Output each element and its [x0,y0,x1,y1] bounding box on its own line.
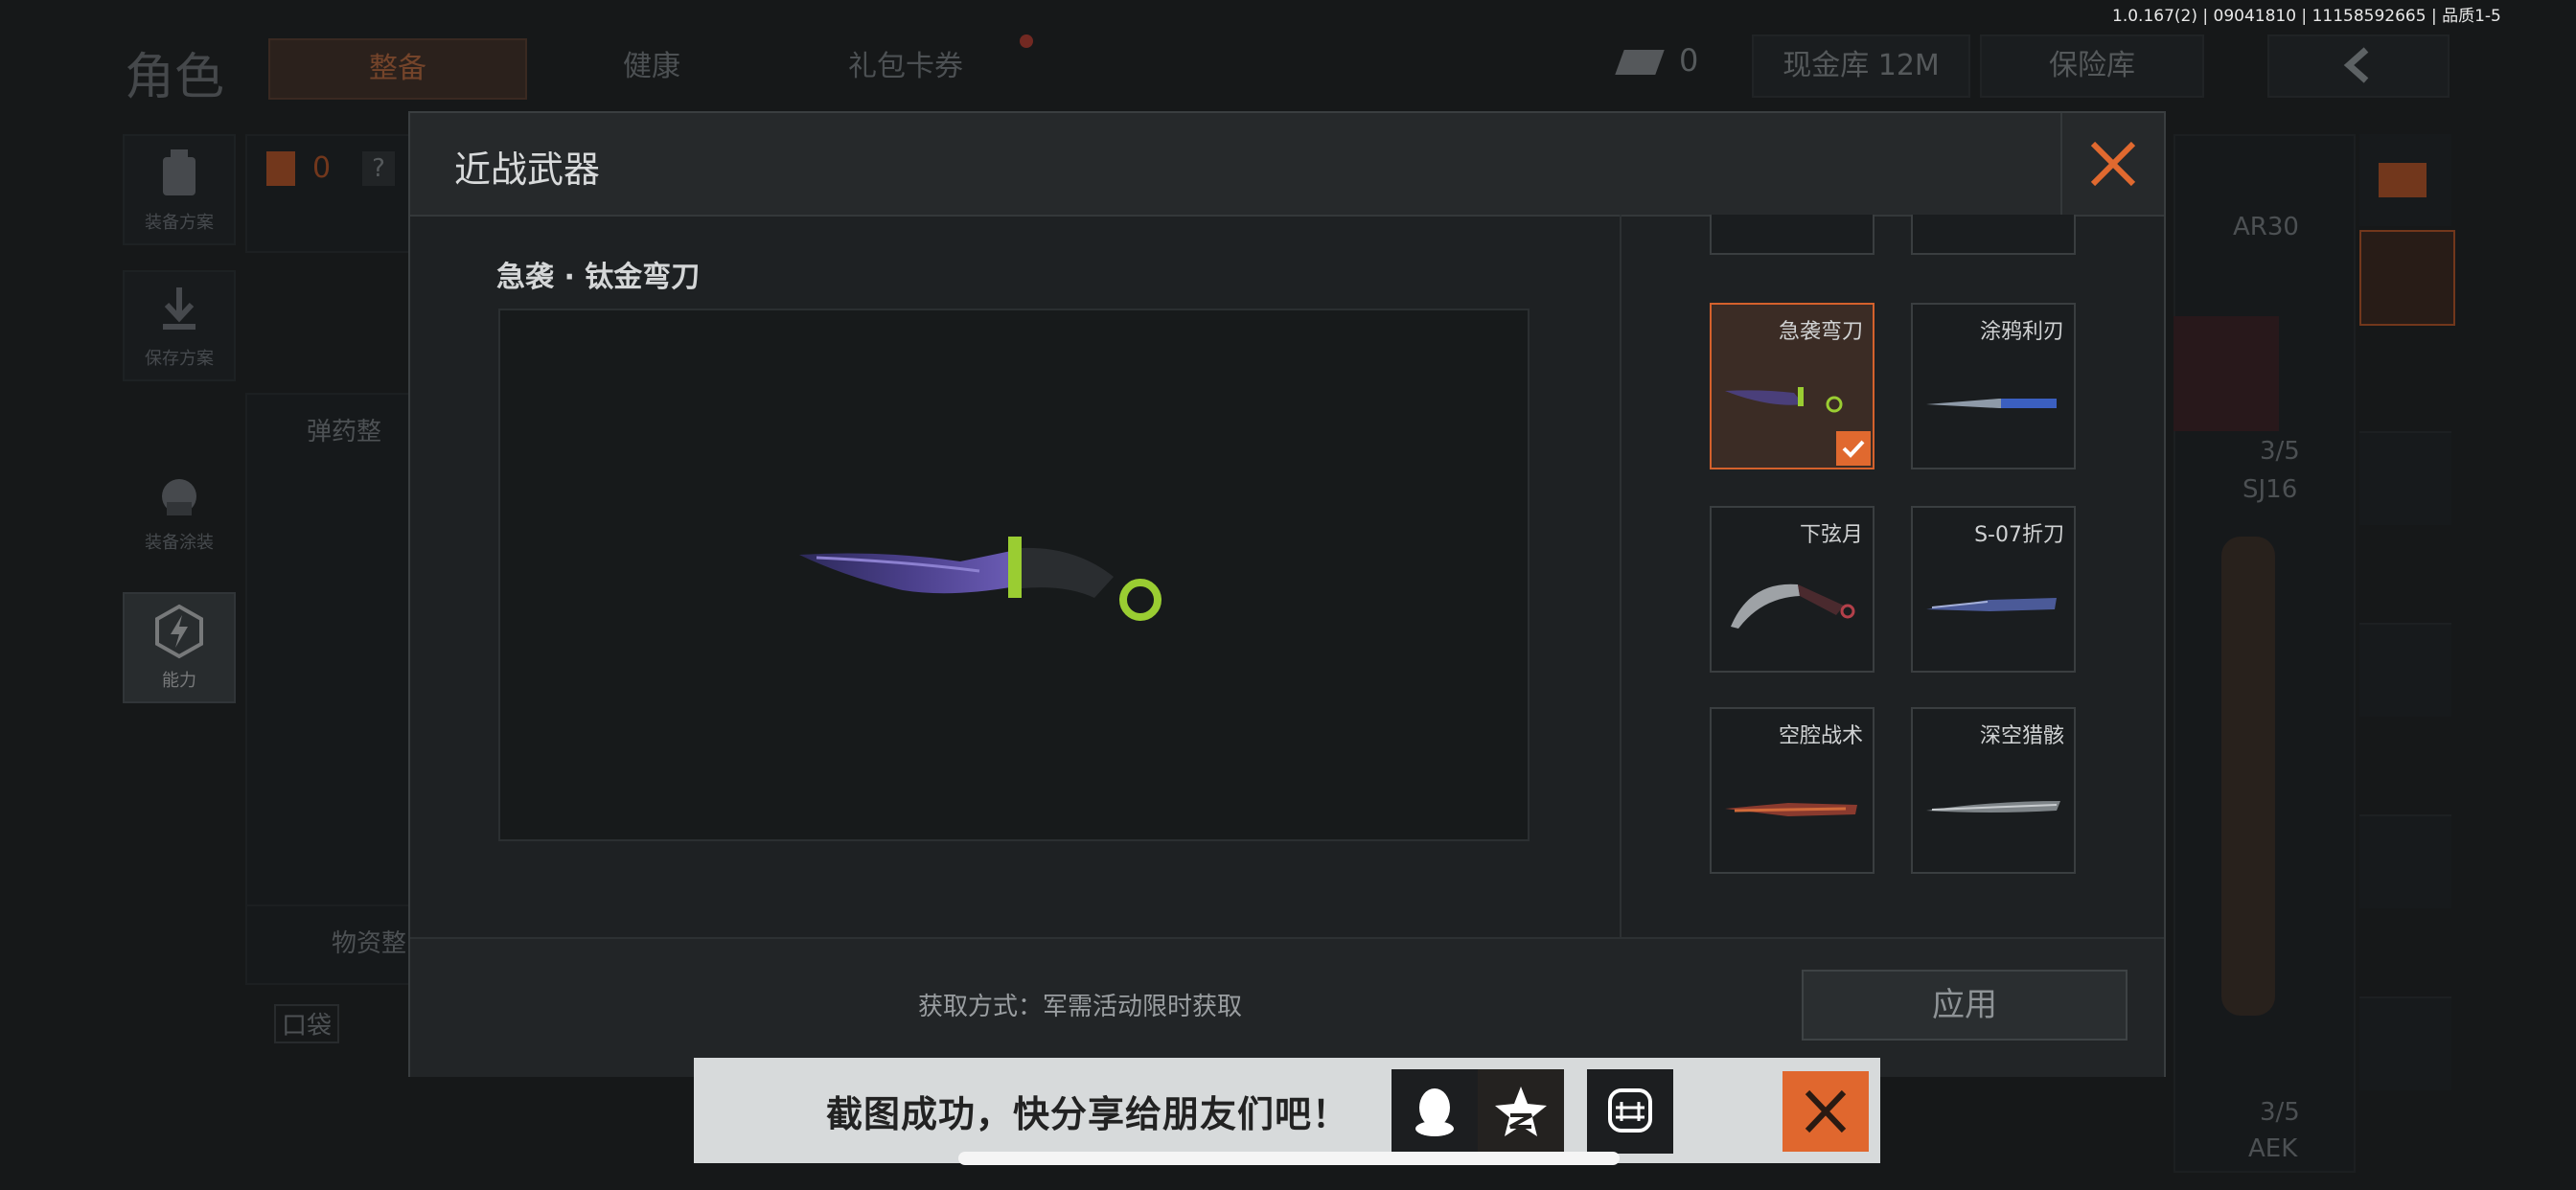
loadout-plan-button[interactable]: 装备方案 [123,134,236,245]
stash-icon [2379,163,2426,197]
weapon-card[interactable]: 下弦月 [1710,506,1874,673]
save-plan-button[interactable]: 保存方案 [123,270,236,381]
crescent-knife-thumbnail [1731,584,1855,629]
dialog-header: 近战武器 [410,113,2164,217]
supplies-section-label: 物资整 [332,929,407,958]
selected-check-icon [1836,431,1871,466]
close-icon [1805,1089,1847,1133]
weapon-durability-2: 3/5 [2260,1098,2300,1127]
karambit-knife-icon [799,537,1162,621]
weapon-card[interactable]: S-07折刀 [1911,506,2076,673]
weapon-card-name: 下弦月 [1799,523,1863,547]
weapon-durability: 3/5 [2260,437,2300,466]
attachment-tab[interactable] [2359,996,2451,1090]
graffiti-blade-thumbnail [1926,399,2057,408]
acquire-method-text: 获取方式：军需活动限时获取 [918,993,1243,1021]
close-icon [2090,141,2136,187]
download-icon [163,287,196,330]
safe-button[interactable]: 保险库 [1980,34,2204,98]
loadout-plan-label: 装备方案 [145,213,214,233]
rifle-image [2221,537,2275,1016]
back-button[interactable] [2267,34,2450,98]
weapon-card-name: 空腔战术 [1778,724,1863,748]
apply-button[interactable]: 应用 [1802,970,2128,1041]
cavity-tactical-thumbnail [1725,803,1857,816]
tab-equip[interactable]: 整备 [268,38,527,100]
dialog-title: 近战武器 [454,149,601,191]
pocket-label: 口袋 [274,1004,340,1043]
tab-health[interactable]: 健康 [537,38,767,96]
moments-icon [1608,1088,1652,1133]
equipment-skin-button[interactable]: 装备涂装 [123,454,236,565]
preview-title: 急袭 · 钛金弯刀 [496,261,701,294]
save-plan-label: 保存方案 [145,349,214,369]
weapon-card-selected[interactable]: 急袭弯刀 [1710,303,1874,469]
helmet-icon [162,479,196,515]
deep-space-hunter-thumbnail [1926,801,2060,812]
helmet-tab[interactable] [2359,431,2451,525]
weapon-card-name: S-07折刀 [1974,523,2064,547]
loadout-count-icon [266,151,295,186]
weapon-label-aek: AEK [2248,1134,2298,1163]
weapon-label-sj16: SJ16 [2242,475,2298,504]
armor-tab[interactable] [2359,230,2455,326]
ability-button[interactable]: 能力 [123,592,236,703]
equipment-skin-label: 装备涂装 [145,533,214,553]
notification-dot [1020,34,1033,48]
toast-close-button[interactable] [1782,1071,1869,1152]
screenshot-share-toast: 截图成功，快分享给朋友们吧！ [694,1058,1880,1163]
page-title: 角色 [125,49,225,106]
share-qq-button[interactable] [1392,1069,1478,1154]
ammo-panel [245,393,422,914]
back-arrow-icon [2343,47,2369,83]
home-indicator[interactable] [958,1152,1620,1165]
weapon-card-name: 急袭弯刀 [1778,320,1863,344]
weapon-card-name: 深空猎骸 [1979,724,2064,748]
tab-gift-coupons[interactable]: 礼包卡券 [786,38,1025,96]
folding-knife-thumbnail [1926,598,2057,611]
weapon-card-name: 涂鸦利刃 [1979,320,2064,344]
toast-message: 截图成功，快分享给朋友们吧！ [826,1093,1350,1135]
panel-divider [1620,215,1622,1050]
melee-weapon-dialog: 近战武器 急袭 · 钛金弯刀 急袭弯刀 涂鸦利刃 下弦月 S-07折刀 空腔战术… [408,111,2166,1077]
weapon-card-partial[interactable] [1911,215,2076,255]
version-info: 1.0.167(2) | 09041810 | 11158592665 | 品质… [2112,7,2501,26]
qzone-icon [1495,1087,1547,1136]
weapon-image [2174,316,2279,431]
loadout-count: 0 [312,151,332,185]
weapon-card[interactable]: 涂鸦利刃 [1911,303,2076,469]
cash-vault-button[interactable]: 现金库 12M [1752,34,1970,98]
magazine-tab[interactable] [2359,814,2451,908]
qq-icon [1415,1088,1454,1136]
lightning-icon [155,604,203,659]
currency-icon [1615,50,1665,75]
weapon-card[interactable]: 深空猎骸 [1911,707,2076,874]
ability-label: 能力 [162,671,196,691]
backpack-icon [163,149,196,195]
share-moments-button[interactable] [1587,1069,1673,1154]
weapon-card[interactable]: 空腔战术 [1710,707,1874,874]
weapon-card-partial[interactable] [1710,215,1874,255]
weapon-label-ar30: AR30 [2233,213,2299,241]
gun-tab[interactable] [2359,623,2451,717]
share-qzone-button[interactable] [1478,1069,1564,1154]
currency-count: 0 [1679,42,1699,79]
dialog-close-button[interactable] [2060,113,2164,215]
ammo-section-label: 弹药整 [307,418,382,446]
stash-button[interactable] [2359,134,2451,226]
help-icon[interactable]: ? [362,151,395,186]
weapon-preview[interactable] [498,309,1530,841]
